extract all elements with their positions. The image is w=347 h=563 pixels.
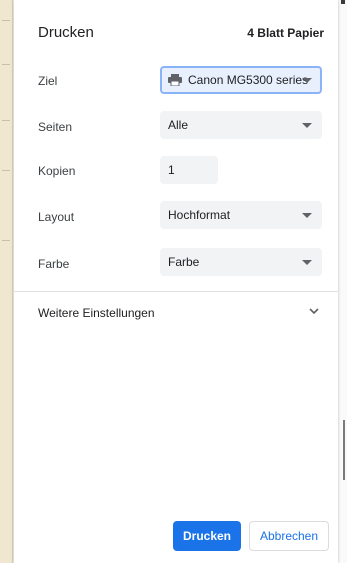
copies-label: Kopien bbox=[38, 164, 76, 178]
destination-label: Ziel bbox=[38, 74, 58, 88]
pages-select[interactable]: Alle bbox=[160, 111, 322, 139]
cancel-button[interactable]: Abbrechen bbox=[249, 521, 329, 551]
copies-input[interactable]: 1 bbox=[160, 156, 218, 184]
background-line bbox=[2, 120, 10, 121]
dialog-header: Drucken 4 Blatt Papier bbox=[14, 0, 338, 62]
layout-select[interactable]: Hochformat bbox=[160, 201, 322, 229]
printer-icon bbox=[168, 74, 182, 86]
color-label: Farbe bbox=[38, 257, 70, 271]
chevron-down-icon bbox=[302, 260, 312, 265]
background-page-edge-left bbox=[0, 0, 13, 563]
chevron-down-icon bbox=[302, 213, 312, 218]
chevron-down-icon bbox=[302, 78, 312, 83]
color-value: Farbe bbox=[168, 255, 200, 269]
layout-value: Hochformat bbox=[168, 208, 231, 222]
sheet-count: 4 Blatt Papier bbox=[247, 26, 324, 40]
background-line bbox=[2, 64, 10, 65]
more-settings-toggle[interactable]: Weitere Einstellungen bbox=[14, 292, 338, 334]
destination-select[interactable]: Canon MG5300 series bbox=[160, 66, 322, 94]
background-line bbox=[2, 240, 10, 241]
dialog-title: Drucken bbox=[38, 24, 94, 41]
copies-value: 1 bbox=[168, 163, 175, 177]
more-settings-label: Weitere Einstellungen bbox=[38, 306, 155, 320]
pages-label: Seiten bbox=[38, 120, 73, 134]
background-line bbox=[2, 170, 10, 171]
chevron-down-icon bbox=[302, 123, 312, 128]
layout-label: Layout bbox=[38, 210, 75, 224]
print-button[interactable]: Drucken bbox=[173, 521, 241, 551]
background-mark bbox=[343, 420, 345, 480]
background-line bbox=[2, 20, 10, 21]
destination-value: Canon MG5300 series bbox=[188, 73, 309, 87]
pages-value: Alle bbox=[168, 118, 189, 132]
expand-chevron-icon bbox=[309, 308, 319, 315]
print-dialog: Drucken 4 Blatt Papier Ziel Canon MG5300… bbox=[14, 0, 338, 563]
background-mark bbox=[341, 0, 345, 4]
color-select[interactable]: Farbe bbox=[160, 248, 322, 276]
